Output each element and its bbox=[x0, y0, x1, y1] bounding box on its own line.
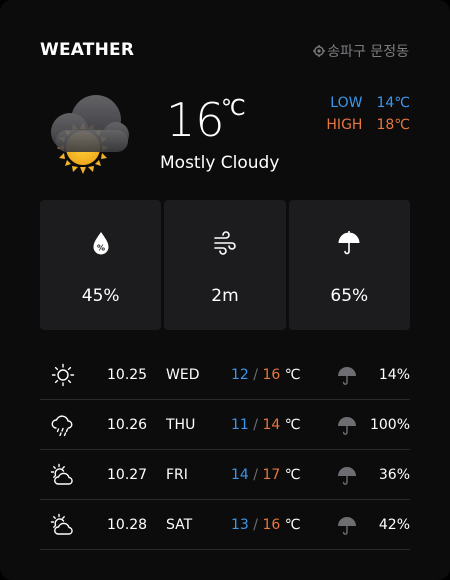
high-value: 18℃ bbox=[376, 117, 410, 133]
widget-title: WEATHER bbox=[40, 40, 135, 60]
forecast-date: 10.25 bbox=[107, 367, 148, 383]
forecast-temperature: 11 / 14 ℃ bbox=[231, 417, 301, 433]
high-label: HIGH bbox=[326, 117, 363, 133]
location-selector[interactable]: 송파구 문정동 bbox=[313, 41, 409, 61]
forecast-low: 13 bbox=[231, 517, 249, 533]
low-value: 14℃ bbox=[376, 95, 410, 111]
forecast-date: 10.26 bbox=[107, 417, 148, 433]
location-target-icon bbox=[313, 45, 326, 57]
forecast-precipitation: 36% bbox=[378, 467, 410, 483]
forecast-low: 11 bbox=[231, 417, 249, 433]
forecast-precipitation: 14% bbox=[378, 367, 410, 383]
weather-card: WEATHER 송파구 문정동 16 ℃ Mostly Cloudy LOW 1… bbox=[0, 0, 450, 580]
forecast-temperature: 13 / 16 ℃ bbox=[231, 517, 301, 533]
forecast-precipitation: 100% bbox=[369, 417, 410, 433]
forecast-unit: ℃ bbox=[284, 467, 301, 483]
forecast-high: 17 bbox=[262, 467, 281, 483]
wind-value: 2m bbox=[211, 286, 239, 306]
humidity-drop-icon: % bbox=[93, 232, 109, 255]
umbrella-icon bbox=[338, 367, 356, 385]
forecast-date: 10.27 bbox=[107, 467, 148, 483]
partly-cloudy-icon bbox=[50, 463, 73, 485]
forecast-day: WED bbox=[166, 367, 200, 383]
humidity-tile: % 45% bbox=[40, 200, 162, 330]
forecast-temperature: 14 / 17 ℃ bbox=[231, 467, 301, 483]
precipitation-tile: 65% bbox=[288, 200, 410, 330]
low-temperature: LOW 14℃ bbox=[330, 95, 410, 111]
forecast-unit: ℃ bbox=[284, 417, 301, 433]
forecast-temperature: 12 / 16 ℃ bbox=[231, 367, 301, 383]
umbrella-icon bbox=[338, 231, 360, 255]
wind-icon bbox=[214, 231, 236, 255]
forecast-unit: ℃ bbox=[284, 367, 301, 383]
umbrella-icon bbox=[338, 467, 356, 485]
forecast-list: 10.25 WED 12 / 16 ℃ 14% 10.26 THU 11 / 1… bbox=[40, 350, 410, 550]
umbrella-icon bbox=[338, 417, 356, 435]
precipitation-value: 65% bbox=[330, 286, 369, 306]
wind-tile: 2m bbox=[164, 200, 286, 330]
partly-cloudy-icon bbox=[50, 513, 73, 535]
high-temperature: HIGH 18℃ bbox=[326, 117, 410, 133]
forecast-precipitation: 42% bbox=[378, 517, 410, 533]
forecast-row: 10.27 FRI 14 / 17 ℃ 36% bbox=[40, 450, 410, 500]
forecast-date: 10.28 bbox=[107, 517, 148, 533]
temperature-unit: ℃ bbox=[221, 96, 246, 121]
umbrella-icon bbox=[338, 517, 356, 535]
forecast-high: 16 bbox=[262, 517, 281, 533]
forecast-high: 14 bbox=[262, 417, 281, 433]
forecast-unit: ℃ bbox=[284, 517, 301, 533]
low-label: LOW bbox=[330, 95, 363, 111]
sun-icon bbox=[51, 363, 75, 387]
forecast-row: 10.25 WED 12 / 16 ℃ 14% bbox=[40, 350, 410, 400]
svg-text:%: % bbox=[97, 244, 105, 253]
forecast-day: THU bbox=[166, 417, 196, 433]
current-condition: Mostly Cloudy bbox=[160, 153, 280, 173]
cloud-with-sun-icon bbox=[51, 95, 129, 174]
location-name: 송파구 문정동 bbox=[327, 44, 409, 60]
forecast-row: 10.26 THU 11 / 14 ℃ 100% bbox=[40, 400, 410, 450]
stats-tiles: % 45% 2m 65% bbox=[40, 200, 410, 330]
current-temperature: 16 bbox=[166, 93, 225, 147]
forecast-low: 12 bbox=[231, 367, 249, 383]
rain-cloud-icon bbox=[51, 415, 73, 437]
forecast-row: 10.28 SAT 13 / 16 ℃ 42% bbox=[40, 500, 410, 550]
forecast-day: FRI bbox=[166, 467, 188, 483]
forecast-day: SAT bbox=[166, 517, 193, 533]
forecast-high: 16 bbox=[262, 367, 281, 383]
humidity-value: 45% bbox=[81, 286, 120, 306]
forecast-low: 14 bbox=[231, 467, 249, 483]
